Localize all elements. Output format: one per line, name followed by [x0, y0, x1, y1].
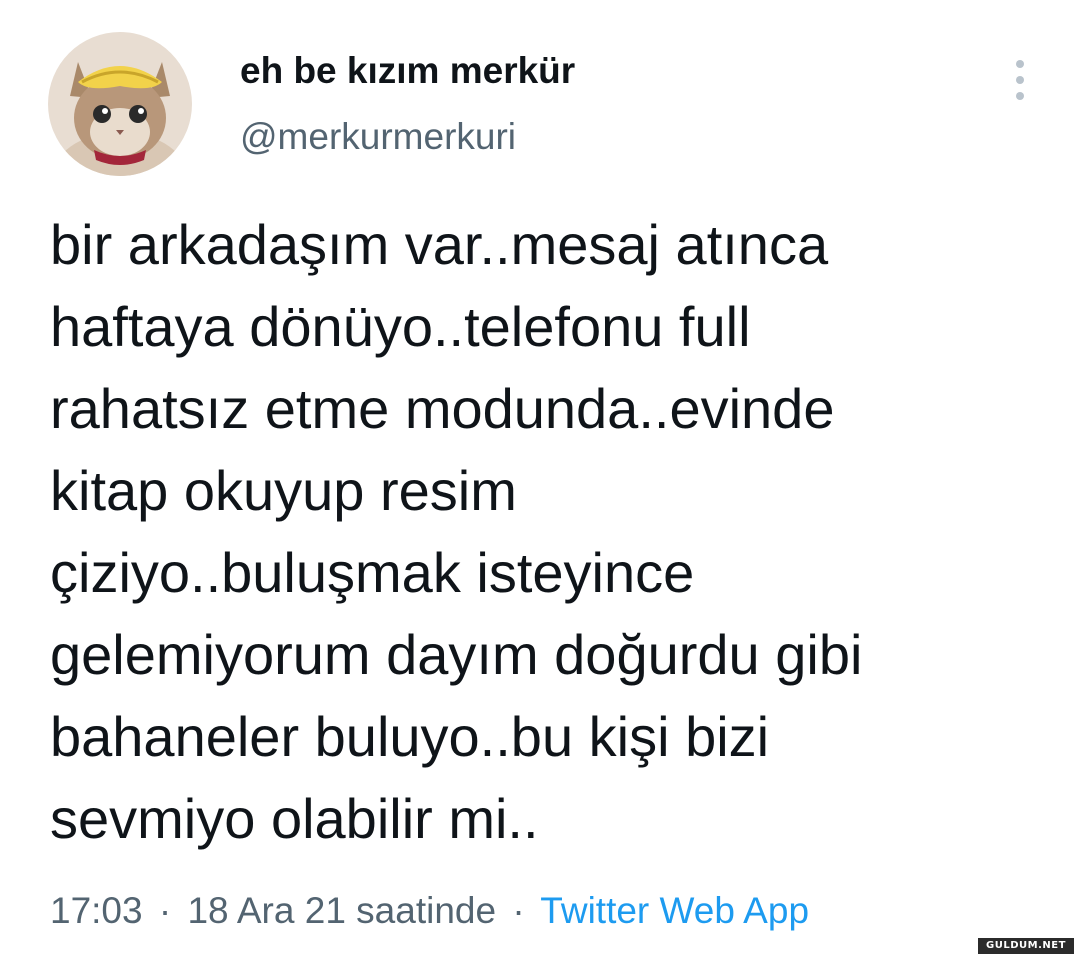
more-vertical-icon-dot-3	[1016, 92, 1024, 100]
tweet-line: gelemiyorum dayım doğurdu gibi	[50, 623, 863, 686]
watermark: GULDUM.NET	[978, 938, 1074, 954]
more-options-button[interactable]	[1004, 56, 1036, 104]
tweet-line: bir arkadaşım var..mesaj atınca	[50, 213, 829, 276]
tweet-line: haftaya dönüyo..telefonu full	[50, 295, 751, 358]
tweet-line: çiziyo..buluşmak isteyince	[50, 541, 695, 604]
tweet-line: rahatsız etme modunda..evinde	[50, 377, 835, 440]
tweet-line: kitap okuyup resim	[50, 459, 517, 522]
meta-separator: ·	[512, 890, 525, 931]
tweet-text: bir arkadaşım var..mesaj atınca haftaya …	[50, 204, 1050, 860]
more-vertical-icon-dot-2	[1016, 76, 1024, 84]
tweet-line: sevmiyo olabilir mi..	[50, 787, 539, 850]
more-vertical-icon	[1016, 60, 1024, 68]
kitten-avatar-icon	[48, 32, 192, 176]
meta-separator: ·	[158, 890, 172, 931]
tweet-source-link[interactable]: Twitter Web App	[540, 890, 809, 931]
avatar[interactable]	[48, 32, 192, 176]
tweet-line: bahaneler buluyo..bu kişi bizi	[50, 705, 770, 768]
tweet-metadata: 17:03 · 18 Ara 21 saatinde · Twitter Web…	[50, 890, 809, 932]
tweet-time[interactable]: 17:03	[50, 890, 143, 931]
user-handle[interactable]: @merkurmerkuri	[240, 116, 516, 158]
tweet-date[interactable]: 18 Ara 21 saatinde	[187, 890, 496, 931]
display-name[interactable]: eh be kızım merkür	[240, 50, 575, 92]
